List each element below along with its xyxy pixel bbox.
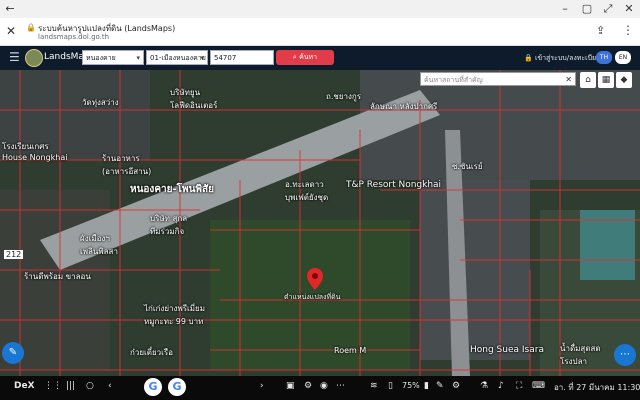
map-label: T&P Resort Nongkhai bbox=[346, 180, 442, 190]
chevron-right-icon[interactable]: › bbox=[260, 381, 264, 391]
clear-search-icon[interactable]: ✕ bbox=[565, 73, 572, 87]
notes-icon: ✎ bbox=[436, 381, 444, 391]
flask-icon[interactable]: ⚗ bbox=[480, 381, 488, 391]
taskbar: DeX ⋮⋮ ||| ○ ‹ G G › ▣ ⚙ ◉ ⋯ ≋ ▯ 75% ▮ ✎… bbox=[0, 376, 640, 400]
map-label: น้ำดื่มสุดสด โรงปลา bbox=[560, 344, 601, 366]
gallery-icon[interactable]: ▣ bbox=[286, 381, 295, 391]
settings-icon[interactable]: ⚙ bbox=[304, 381, 312, 391]
photos-icon[interactable]: ◉ bbox=[320, 381, 328, 391]
recent-apps-icon[interactable]: ||| bbox=[66, 381, 75, 391]
home-icon[interactable]: ⌂ bbox=[580, 72, 596, 88]
grid-icon[interactable]: ▦ bbox=[598, 72, 614, 88]
lock-icon: 🔒 bbox=[524, 54, 535, 62]
date-time: อา. ที่ 27 มีนาคม 11:30 bbox=[554, 383, 640, 392]
google-app-icon[interactable]: G bbox=[168, 378, 186, 396]
map-label: ร้านดีพร้อม ขาลอน bbox=[24, 272, 91, 281]
battery-level: 75% bbox=[402, 381, 420, 390]
more-apps-icon[interactable]: ⋯ bbox=[336, 381, 345, 391]
maximize-icon[interactable]: ⤢ bbox=[601, 2, 615, 16]
map-label: Roem M bbox=[334, 346, 367, 355]
window-titlebar: ← – ▢ ⤢ ✕ bbox=[0, 0, 640, 18]
map-canvas[interactable] bbox=[0, 70, 640, 376]
tools-fab-icon[interactable]: ✎ bbox=[2, 342, 24, 364]
map-label: ผังเมืองฯ เพลินพิลสา bbox=[80, 234, 118, 256]
share-icon[interactable]: ⇪ bbox=[596, 24, 605, 37]
keyboard-icon[interactable]: ⋮⋮ bbox=[44, 381, 62, 391]
map-label: ไก่เก่งย่างพรีเมี่ยม หมูกะทะ 99 บาท bbox=[144, 304, 205, 326]
satellite-map[interactable]: วัดทุ่งสว่าง บริษัทยูน โลฟีดอินเตอร์ ถ.ชย… bbox=[0, 70, 640, 376]
map-label: อ.ทะเลดาว บุพเฟต์ยังชุด bbox=[285, 180, 329, 202]
keyboard-icon[interactable]: ⌨ bbox=[532, 381, 545, 391]
map-label: ถ.ชยางกูร bbox=[326, 92, 362, 101]
map-label: ซ.ซันเรย์ bbox=[452, 162, 483, 171]
home-button-icon[interactable]: ○ bbox=[86, 381, 94, 391]
search-button[interactable]: ⌕ ค้นหา bbox=[276, 50, 334, 65]
close-tab-icon[interactable]: ✕ bbox=[6, 24, 16, 38]
login-link[interactable]: 🔒 เข้าสู่ระบบ/ลงทะเบียน bbox=[524, 53, 601, 64]
map-label: บริษัท สุกล ทีมร่วมกิจ bbox=[150, 214, 188, 236]
lang-th-button[interactable]: TH bbox=[596, 51, 612, 64]
chevron-down-icon: ▾ bbox=[136, 54, 140, 62]
chevron-down-icon: ▾ bbox=[200, 54, 204, 62]
close-window-icon[interactable]: ✕ bbox=[622, 2, 636, 16]
back-button-icon[interactable]: ‹ bbox=[108, 381, 112, 391]
map-label: ตำแหน่งแปลงที่ดิน bbox=[284, 293, 341, 301]
more-options-icon[interactable]: ⋮ bbox=[622, 23, 634, 37]
route-shield: 212 bbox=[4, 250, 24, 259]
lock-icon: 🔒 bbox=[26, 23, 36, 32]
landsmaps-logo bbox=[25, 49, 43, 67]
screenshot-icon[interactable]: ⛶ bbox=[516, 381, 522, 391]
parcel-number-input[interactable]: 54707 bbox=[210, 50, 274, 65]
more-fab-icon[interactable]: ⋯ bbox=[614, 344, 636, 366]
window-mode-icon[interactable]: ▢ bbox=[580, 2, 594, 16]
map-label: หนองคาย-โพนพิสัย bbox=[130, 184, 214, 195]
province-select[interactable]: หนองคาย ▾ bbox=[82, 50, 144, 65]
sound-icon[interactable]: ♪ bbox=[498, 381, 504, 391]
minimize-icon[interactable]: – bbox=[558, 2, 572, 16]
back-arrow-icon[interactable]: ← bbox=[3, 2, 17, 16]
map-label: ลักษณา หลังปากศรี bbox=[370, 102, 438, 111]
layers-icon[interactable]: ◆ bbox=[616, 72, 632, 88]
map-label: โรงเรียนเกศร House Nongkhai bbox=[2, 142, 68, 162]
google-app-icon[interactable]: G bbox=[144, 378, 162, 396]
lang-en-button[interactable]: EN bbox=[615, 51, 631, 64]
page-url[interactable]: landsmaps.dol.go.th bbox=[38, 33, 109, 41]
map-label: วัดทุ่งสว่าง bbox=[82, 98, 119, 107]
district-select[interactable]: 01-เมืองหนองคาย ▾ bbox=[146, 50, 208, 65]
map-label: ร้านอาหาร (อาหารอีสาน) bbox=[102, 154, 152, 176]
map-label: Hong Suea Isara bbox=[470, 345, 544, 355]
place-search-input[interactable]: ค้นหาสถานที่สำคัญ ✕ bbox=[420, 72, 576, 86]
wifi-icon: ≋ bbox=[370, 381, 378, 391]
app-header: ☰ LandsMaps หนองคาย ▾ 01-เมืองหนองคาย ▾ 54… bbox=[0, 46, 640, 70]
map-label: บริษัทยูน โลฟีดอินเตอร์ bbox=[170, 88, 218, 110]
browser-url-bar: ✕ 🔒 ระบบค้นหารูปแปลงที่ดิน (LandsMaps) l… bbox=[0, 18, 640, 46]
settings-icon: ⚙ bbox=[452, 381, 461, 391]
map-label: ก๋วยเตี๋ยวเรือ bbox=[130, 348, 173, 357]
dex-label[interactable]: DeX bbox=[14, 381, 35, 391]
battery-icon: ▮ bbox=[424, 381, 429, 391]
hamburger-menu-icon[interactable]: ☰ bbox=[9, 50, 20, 64]
vibrate-icon: ▯ bbox=[388, 381, 393, 391]
